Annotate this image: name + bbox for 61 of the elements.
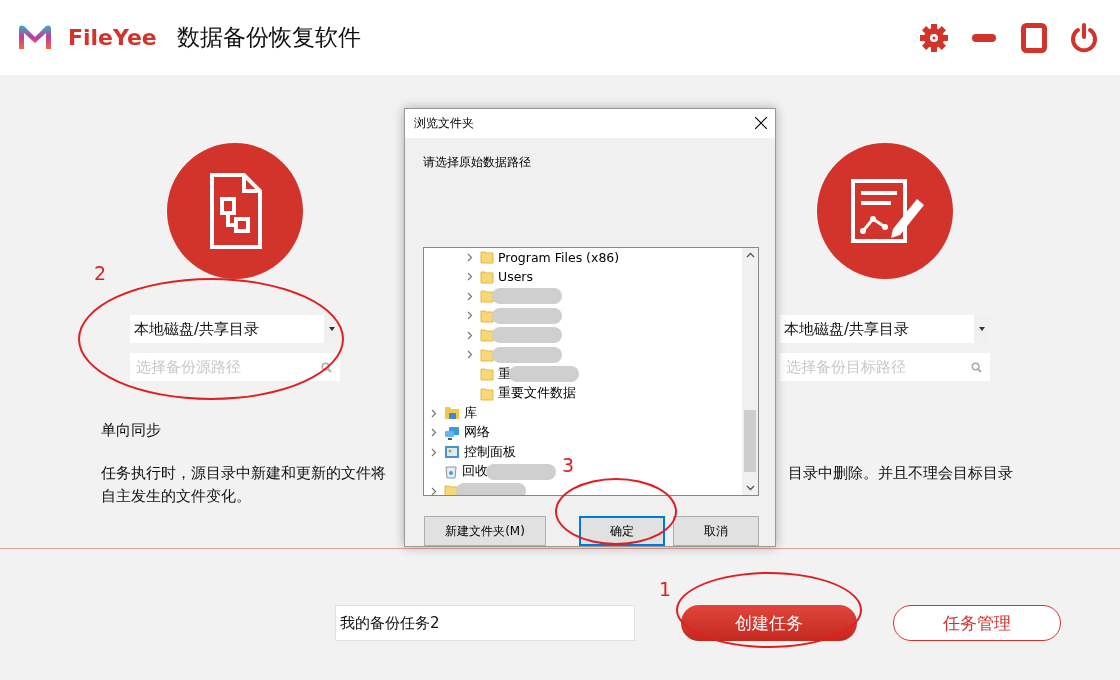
scroll-down-icon: [745, 485, 755, 491]
folder-icon: [480, 367, 494, 382]
control-panel-icon: [444, 445, 460, 460]
search-icon: [321, 361, 332, 373]
app-title: 数据备份恢复软件: [176, 23, 362, 52]
network-icon: [444, 425, 460, 440]
tree-item[interactable]: 网络: [424, 423, 490, 443]
scrollbar[interactable]: [742, 247, 758, 495]
maximize-icon: [1021, 22, 1047, 53]
folder-icon: [480, 308, 494, 323]
task-manage-button[interactable]: 任务管理: [893, 605, 1061, 641]
tree-item[interactable]: 重要文件数据: [424, 384, 576, 404]
blur-patch: [486, 463, 556, 480]
tree-item[interactable]: Users: [424, 267, 533, 287]
dialog-button[interactable]: 确定: [579, 516, 665, 546]
mode-description: 自主发生的文件变化。: [101, 488, 251, 504]
annotation-number: 3: [562, 454, 575, 476]
task-name-field[interactable]: 我的备份任务2: [335, 605, 635, 641]
caret-icon: [329, 327, 335, 331]
blur-patch: [492, 327, 562, 344]
source-type-select[interactable]: 本地磁盘/共享目录: [130, 315, 340, 343]
folder-icon: [480, 386, 494, 401]
tree-item[interactable]: 重: [424, 364, 579, 385]
folder-icon: [480, 269, 494, 284]
tree-item[interactable]: Program Files (x86): [424, 247, 620, 268]
create-task-button[interactable]: 创建任务: [681, 605, 857, 641]
brand-name: FileYee: [68, 25, 157, 50]
folder-icon: [480, 250, 494, 265]
minimize-icon: [972, 33, 996, 42]
dialog-button[interactable]: 新建文件夹(M): [424, 516, 546, 546]
annotation-number: 1: [659, 578, 672, 600]
blur-patch: [492, 346, 562, 363]
folder-icon: [480, 347, 494, 362]
source-type-select[interactable]: 本地磁盘/共享目录: [780, 315, 990, 343]
tree-item[interactable]: 回收: [424, 462, 556, 482]
blur-patch: [456, 483, 526, 495]
caret-icon: [979, 327, 985, 331]
mode-description: 任务执行时，源目录中新建和更新的文件将: [101, 464, 386, 483]
recycle-bin-icon: [444, 464, 458, 479]
folder-icon: [480, 328, 494, 343]
dialog-button[interactable]: 取消: [673, 516, 759, 546]
annotation-number: 2: [94, 262, 107, 284]
scroll-up-icon: [745, 251, 755, 258]
mode-description: 目录中删除。并且不理会目标目录: [788, 464, 1013, 483]
close-icon[interactable]: [755, 117, 767, 130]
folder-icon: [444, 484, 458, 495]
blur-patch: [492, 307, 562, 324]
folder-icon: [480, 289, 494, 304]
settings-icon: [919, 22, 949, 53]
tree-item[interactable]: 库: [424, 403, 477, 424]
power-icon: [1069, 22, 1099, 53]
chevron-icon: [431, 486, 437, 495]
mode-title: 单向同步: [101, 422, 161, 438]
scroll-thumb[interactable]: [744, 410, 756, 473]
dialog-title: 浏览文件夹: [414, 115, 474, 132]
search-icon: [971, 361, 982, 373]
library-icon: [444, 406, 460, 421]
blur-patch: [509, 366, 579, 383]
tree-item[interactable]: 控制面板: [424, 442, 516, 463]
dialog-prompt: 请选择原始数据路径: [423, 155, 531, 169]
blur-patch: [492, 288, 562, 305]
